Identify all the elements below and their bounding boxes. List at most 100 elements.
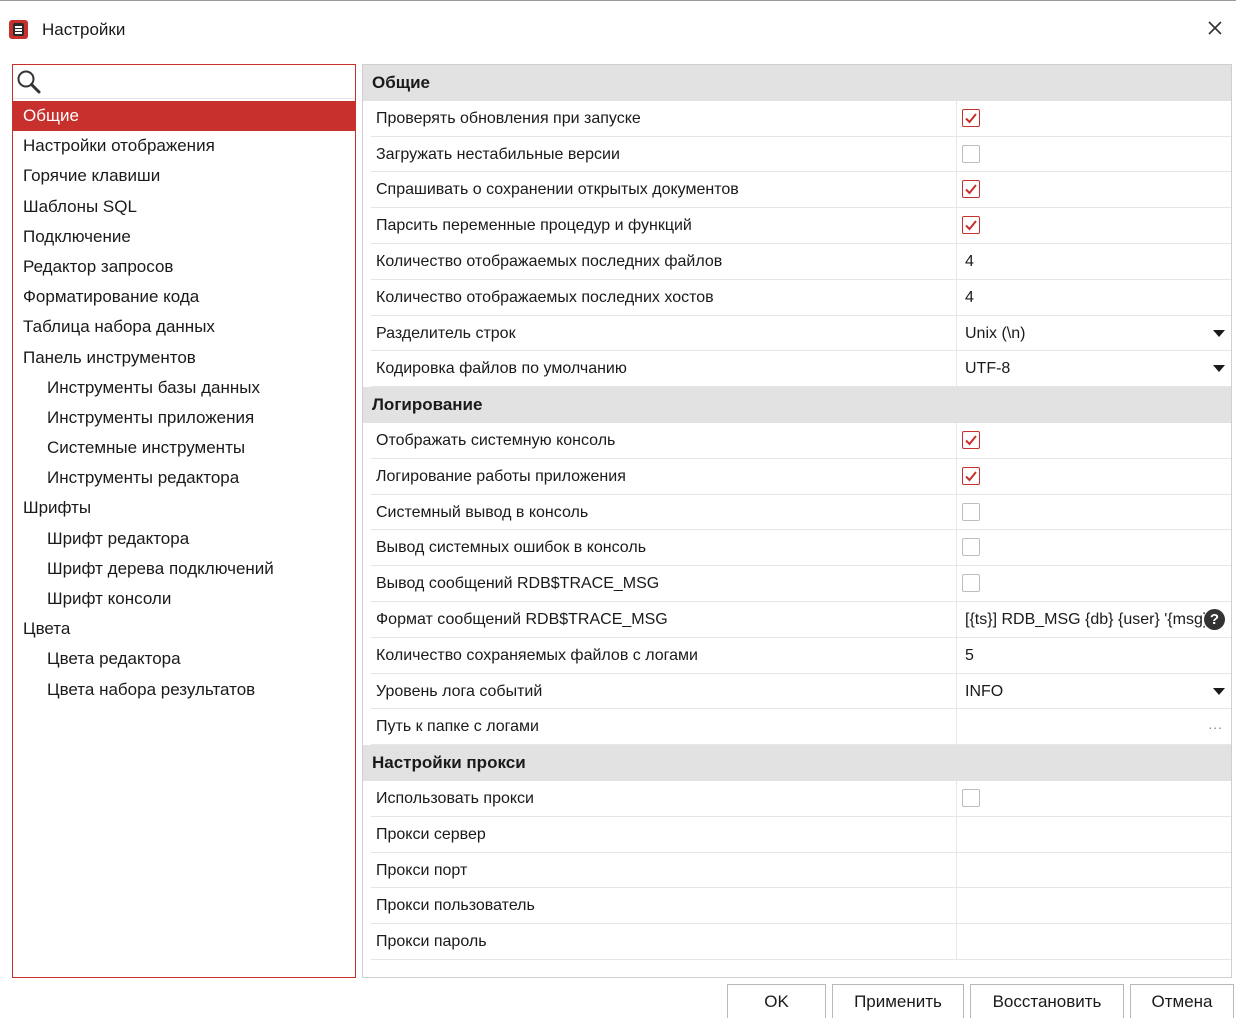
property-label: Вывод системных ошибок в консоль bbox=[376, 539, 647, 557]
property-value[interactable] bbox=[956, 888, 1231, 924]
sidebar-item-7[interactable]: Таблица набора данных bbox=[13, 312, 355, 342]
sidebar-item-8[interactable]: Панель инструментов bbox=[13, 343, 355, 373]
restore-button[interactable]: Восстановить bbox=[970, 984, 1124, 1018]
property-select[interactable]: Unix (\n) bbox=[956, 315, 1231, 351]
sidebar-item-6[interactable]: Форматирование кода bbox=[13, 282, 355, 312]
sidebar-item-12[interactable]: Инструменты редактора bbox=[13, 463, 355, 493]
sidebar-item-2[interactable]: Горячие клавиши bbox=[13, 161, 355, 191]
sidebar-item-1[interactable]: Настройки отображения bbox=[13, 131, 355, 161]
sidebar-item-15[interactable]: Шрифт дерева подключений bbox=[13, 554, 355, 584]
search-icon bbox=[17, 70, 41, 94]
property-value[interactable]: 4 bbox=[956, 279, 1231, 315]
property-label: Парсить переменные процедур и функций bbox=[376, 217, 692, 235]
property-value[interactable] bbox=[956, 924, 1231, 960]
property-checkbox-cell[interactable] bbox=[956, 458, 1231, 494]
property-row: Вывод системных ошибок в консоль bbox=[371, 530, 1231, 567]
sidebar-item-13[interactable]: Шрифты bbox=[13, 493, 355, 523]
property-checkbox-cell[interactable] bbox=[956, 566, 1231, 602]
window-title: Настройки bbox=[42, 20, 126, 39]
property-checkbox-cell[interactable] bbox=[956, 100, 1231, 136]
property-row: Прокси порт bbox=[371, 852, 1231, 889]
property-label: Прокси сервер bbox=[376, 825, 486, 843]
property-row: Кодировка файлов по умолчанию UTF-8 bbox=[371, 351, 1231, 388]
checkbox-unchecked[interactable] bbox=[962, 574, 980, 593]
sidebar-item-11[interactable]: Системные инструменты bbox=[13, 433, 355, 463]
property-label: Использовать прокси bbox=[376, 789, 534, 807]
property-value[interactable] bbox=[956, 852, 1231, 888]
property-row: Разделитель строк Unix (\n) bbox=[371, 315, 1231, 352]
checkbox-checked[interactable] bbox=[962, 108, 980, 127]
search-input[interactable] bbox=[47, 69, 347, 95]
property-value[interactable] bbox=[956, 816, 1231, 852]
property-checkbox-cell[interactable] bbox=[956, 208, 1231, 244]
property-label: Разделитель строк bbox=[376, 324, 516, 342]
property-label: Отображать системную консоль bbox=[376, 431, 616, 449]
property-value[interactable]: 5 bbox=[956, 637, 1231, 673]
property-label: Прокси порт bbox=[376, 861, 468, 879]
property-checkbox-cell[interactable] bbox=[956, 422, 1231, 458]
property-row: Вывод сообщений RDB$TRACE_MSG bbox=[371, 566, 1231, 602]
section-header: Логирование bbox=[363, 387, 1231, 423]
property-row: Логирование работы приложения bbox=[371, 458, 1231, 495]
property-select[interactable]: INFO bbox=[956, 673, 1231, 709]
checkbox-checked[interactable] bbox=[962, 466, 980, 485]
property-value[interactable]: [{ts}] RDB_MSG {db} {user} '{msg}'? bbox=[956, 601, 1231, 637]
sidebar-item-14[interactable]: Шрифт редактора bbox=[13, 524, 355, 554]
property-label: Логирование работы приложения bbox=[376, 467, 626, 485]
property-value[interactable]: ... bbox=[956, 709, 1231, 745]
property-checkbox-cell[interactable] bbox=[956, 530, 1231, 566]
checkbox-checked[interactable] bbox=[962, 430, 980, 449]
checkbox-unchecked[interactable] bbox=[962, 538, 980, 557]
ok-button[interactable]: OK bbox=[727, 984, 826, 1018]
property-row: Количество отображаемых последних файлов… bbox=[371, 243, 1231, 280]
property-checkbox-cell[interactable] bbox=[956, 172, 1231, 208]
property-value-text: UTF-8 bbox=[965, 360, 1011, 378]
property-value-text: 5 bbox=[965, 646, 974, 664]
property-label: Уровень лога событий bbox=[376, 682, 543, 700]
sidebar-item-4[interactable]: Подключение bbox=[13, 222, 355, 252]
property-label: Кодировка файлов по умолчанию bbox=[376, 360, 627, 378]
dialog-button-bar: OK Применить Восстановить Отмена bbox=[0, 984, 1236, 1018]
dropdown-arrow-icon[interactable] bbox=[1213, 687, 1225, 695]
apply-button[interactable]: Применить bbox=[832, 984, 964, 1018]
property-row: Формат сообщений RDB$TRACE_MSG [{ts}] RDB… bbox=[371, 601, 1231, 638]
property-label: Вывод сообщений RDB$TRACE_MSG bbox=[376, 575, 660, 593]
property-label: Прокси пользователь bbox=[376, 897, 535, 915]
property-checkbox-cell[interactable] bbox=[956, 494, 1231, 530]
property-label: Количество отображаемых последних файлов bbox=[376, 252, 723, 270]
property-label: Путь к папке с логами bbox=[376, 718, 539, 736]
property-value[interactable]: 4 bbox=[956, 243, 1231, 279]
property-value-text: Unix (\n) bbox=[965, 324, 1026, 342]
checkbox-unchecked[interactable] bbox=[962, 144, 980, 163]
property-label: Системный вывод в консоль bbox=[376, 503, 589, 521]
sidebar-item-10[interactable]: Инструменты приложения bbox=[13, 403, 355, 433]
settings-nav-list: Общие Настройки отображения Горячие клавиш… bbox=[13, 101, 355, 705]
property-row: Количество отображаемых последних хостов… bbox=[371, 279, 1231, 316]
dropdown-arrow-icon[interactable] bbox=[1213, 365, 1225, 373]
sidebar-item-5[interactable]: Редактор запросов bbox=[13, 252, 355, 282]
cancel-button[interactable]: Отмена bbox=[1130, 984, 1234, 1018]
browse-button[interactable]: ... bbox=[1208, 709, 1223, 739]
property-select[interactable]: UTF-8 bbox=[956, 351, 1231, 387]
sidebar-item-9[interactable]: Инструменты базы данных bbox=[13, 373, 355, 403]
sidebar-item-18[interactable]: Цвета редактора bbox=[13, 644, 355, 674]
property-row: Прокси пароль bbox=[371, 924, 1231, 960]
checkbox-unchecked[interactable] bbox=[962, 502, 980, 521]
checkbox-unchecked[interactable] bbox=[962, 788, 980, 807]
property-checkbox-cell[interactable] bbox=[956, 780, 1231, 816]
dropdown-arrow-icon[interactable] bbox=[1213, 329, 1225, 337]
checkbox-checked[interactable] bbox=[962, 216, 980, 235]
property-row: Использовать прокси bbox=[371, 780, 1231, 817]
property-value-text: [{ts}] RDB_MSG {db} {user} '{msg}' bbox=[965, 610, 1205, 628]
close-button[interactable] bbox=[1200, 13, 1230, 43]
property-checkbox-cell[interactable] bbox=[956, 136, 1231, 172]
property-label: Формат сообщений RDB$TRACE_MSG bbox=[376, 610, 668, 628]
checkbox-checked[interactable] bbox=[962, 180, 980, 199]
sidebar-item-17[interactable]: Цвета bbox=[13, 614, 355, 644]
sidebar-item-3[interactable]: Шаблоны SQL bbox=[13, 192, 355, 222]
sidebar-item-19[interactable]: Цвета набора результатов bbox=[13, 675, 355, 705]
sidebar-item-16[interactable]: Шрифт консоли bbox=[13, 584, 355, 614]
sidebar-item-0[interactable]: Общие bbox=[13, 101, 355, 132]
property-label: Прокси пароль bbox=[376, 933, 487, 951]
help-icon[interactable]: ? bbox=[1204, 608, 1225, 630]
